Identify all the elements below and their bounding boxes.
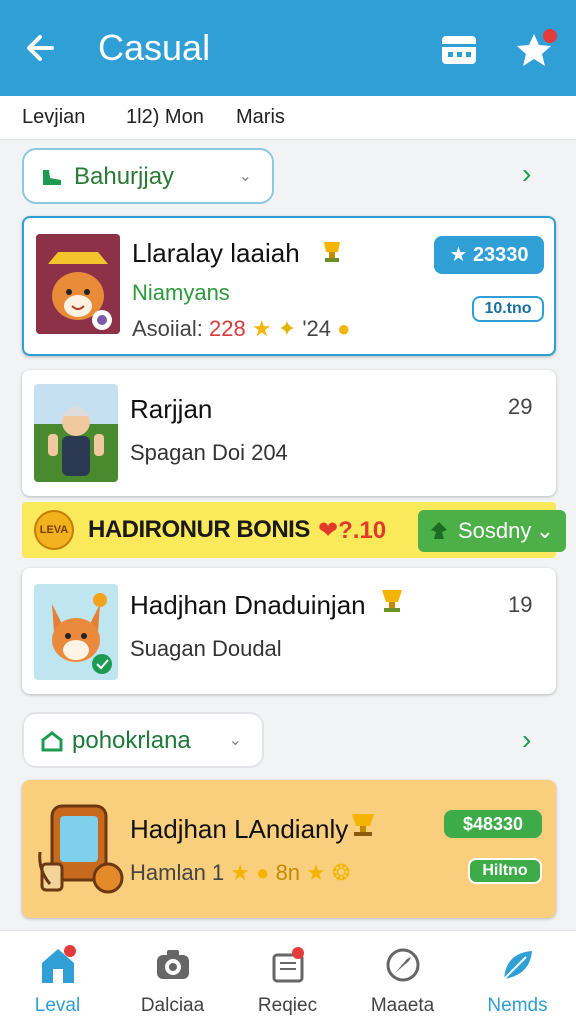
- camera-icon: [157, 950, 189, 979]
- trophy-icon: [324, 242, 340, 262]
- section-label: Bahurjjay: [74, 163, 175, 190]
- phone-gadget-icon: [38, 804, 124, 894]
- calendar-icon[interactable]: [440, 32, 478, 68]
- back-arrow-icon[interactable]: [22, 26, 62, 70]
- favorites-star-icon[interactable]: [512, 26, 560, 74]
- list-item[interactable]: Hadjhan Dnaduinjan Suagan Doudal 19: [22, 568, 556, 694]
- nav-label: Maaeta: [370, 995, 435, 1016]
- bonus-title: HADIRONUR BONIS: [88, 516, 310, 543]
- points-badge-value: 23330: [472, 244, 529, 266]
- item-subtitle: Spagan Doi 204: [130, 440, 288, 465]
- chevron-right-icon[interactable]: ›: [522, 724, 531, 756]
- avatar: [34, 384, 118, 482]
- bonus-counter: ❤?.10: [318, 516, 386, 545]
- chevron-down-icon: ⌄: [228, 732, 242, 749]
- coin-icon: ●: [256, 860, 270, 885]
- nav-item-leval[interactable]: Leval: [0, 931, 115, 1024]
- star-icon: ★: [306, 860, 326, 885]
- bonus-counter-value: ?.10: [338, 517, 387, 544]
- bottom-navigation: Leval Dalciaa Reqiec Maaeta Nemds: [0, 930, 576, 1024]
- section-filter-chip[interactable]: Bahurjjay ⌄: [22, 148, 274, 204]
- nav-label: Reqiec: [257, 995, 318, 1016]
- star-icon: ★: [251, 316, 272, 341]
- item-title: Rarjjan: [130, 394, 213, 424]
- nav-label: Leval: [34, 995, 81, 1016]
- chevron-right-icon[interactable]: ›: [522, 158, 531, 190]
- fox-avatar-icon: [36, 234, 120, 334]
- points-badge: $48330: [444, 810, 542, 838]
- coin-icon: LEVA: [34, 510, 74, 550]
- heart-icon: ❤: [318, 517, 339, 544]
- list-item[interactable]: Hadjhan LAndianly Hamlan 1 ★ ● 8n ★ ❂ $4…: [22, 780, 556, 918]
- compass-icon: [386, 948, 420, 982]
- list-item[interactable]: Rarjjan Spagan Doi 204 29: [22, 370, 556, 496]
- meta-value: 228: [209, 316, 246, 341]
- nav-label: Dalciaa: [140, 995, 205, 1016]
- time-badge: Hiltno: [468, 858, 542, 884]
- time-badge: 10.tno: [472, 296, 544, 322]
- fox-avatar-icon: [34, 584, 118, 680]
- nav-item-dalciaa[interactable]: Dalciaa: [115, 931, 230, 1024]
- nav-item-nemds[interactable]: Nemds: [460, 931, 575, 1024]
- list-item[interactable]: Llaralay laaiah Niamyans Asoiial: 228 ★ …: [22, 216, 556, 356]
- home-icon: [42, 945, 76, 983]
- sparkle-icon: ✦: [277, 316, 297, 341]
- tab-maris[interactable]: Maris: [236, 106, 285, 129]
- item-meta: Asoiial: 228 ★ ✦ '24 ●: [132, 316, 350, 342]
- inbox-icon: [272, 947, 304, 983]
- item-title: Hadjhan Dnaduinjan: [130, 590, 366, 620]
- section-filter-chip[interactable]: pohokrlana ⌄: [22, 712, 264, 768]
- nav-label: Nemds: [487, 995, 548, 1016]
- chevron-down-icon: ⌄: [238, 168, 252, 185]
- meta-value: 8n: [275, 860, 301, 885]
- shoe-icon: [43, 170, 61, 185]
- item-meta: Hamlan 1 ★ ● 8n ★ ❂: [130, 860, 350, 886]
- bonus-button-label: Sosdny: [458, 518, 532, 543]
- item-title: Hadjhan LAndianly: [130, 814, 349, 844]
- coin-icon: ●: [337, 316, 351, 341]
- item-subtitle: Hamlan 1: [130, 860, 225, 885]
- section-label: pohokrlana: [72, 727, 191, 754]
- page-title: Casual: [98, 27, 211, 68]
- bonus-banner[interactable]: LEVA HADIRONUR BONIS ❤?.10 Sosdny ⌄: [22, 502, 566, 558]
- tab-bar: Levjian 1l2) Mon Maris: [0, 96, 576, 140]
- star-icon: ★: [230, 860, 251, 885]
- leaf-icon: [431, 522, 447, 539]
- tab-mon[interactable]: 1l2) Mon: [126, 106, 204, 129]
- medal-icon: ❂: [332, 860, 351, 885]
- item-subtitle: Suagan Doudal: [130, 636, 282, 661]
- nav-item-maaeta[interactable]: Maaeta: [345, 931, 460, 1024]
- child-photo-icon: [34, 384, 118, 482]
- trophy-icon: [352, 814, 374, 836]
- star-badge-icon: ★: [449, 244, 468, 266]
- item-title: Llaralay laaiah: [132, 238, 300, 268]
- item-subtitle: Niamyans: [132, 280, 230, 305]
- chevron-down-icon: ⌄: [535, 518, 554, 543]
- avatar: [34, 584, 118, 680]
- meta-extra: '24: [302, 316, 331, 341]
- app-bar: Casual: [0, 0, 576, 96]
- item-count: 29: [508, 394, 533, 419]
- item-count: 19: [508, 592, 533, 617]
- tab-levjian[interactable]: Levjian: [22, 106, 85, 129]
- bonus-dropdown-button[interactable]: Sosdny ⌄: [418, 510, 566, 552]
- home-outline-icon: [41, 731, 63, 752]
- leaf-icon: [503, 951, 532, 980]
- avatar: [36, 234, 120, 334]
- points-badge: ★ 23330: [434, 236, 544, 274]
- nav-item-reqiec[interactable]: Reqiec: [230, 931, 345, 1024]
- meta-label: Asoiial:: [132, 316, 203, 341]
- trophy-icon: [382, 590, 402, 612]
